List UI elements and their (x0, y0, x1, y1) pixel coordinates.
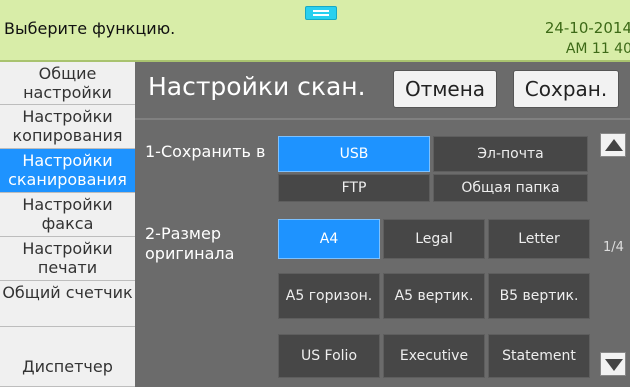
page-indicator: 1/4 (603, 240, 624, 255)
sidebar-item-scan[interactable]: Настройки сканирования (0, 149, 135, 193)
save-to-ftp-option[interactable]: FTP (278, 174, 430, 202)
size-b5-portrait-option[interactable]: B5 вертик. (488, 273, 590, 319)
size-a5-portrait-option[interactable]: A5 вертик. (383, 273, 485, 319)
sidebar-item-manager[interactable]: Диспетчер (0, 327, 135, 387)
time-display: AM 11 40 (565, 41, 630, 57)
size-a5-landscape-option[interactable]: A5 горизон. (278, 273, 380, 319)
prompt-text: Выберите функцию. (4, 19, 176, 38)
save-button[interactable]: Сохран. (513, 70, 619, 108)
screen: Выберите функцию. 24-10-2014 AM 11 40 Об… (0, 0, 630, 387)
size-letter-option[interactable]: Letter (488, 219, 590, 259)
size-a4-option[interactable]: A4 (278, 219, 380, 259)
sidebar-item-general[interactable]: Общие настройки (0, 62, 135, 105)
drag-handle-icon[interactable] (305, 6, 337, 20)
sidebar-item-print[interactable]: Настройки печати (0, 237, 135, 281)
scroll-down-icon (605, 359, 623, 371)
scroll-down-button[interactable] (600, 352, 626, 376)
sidebar-item-fax[interactable]: Настройки факса (0, 193, 135, 237)
size-executive-option[interactable]: Executive (383, 334, 485, 378)
save-to-email-option[interactable]: Эл-почта (433, 136, 588, 172)
save-to-usb-option[interactable]: USB (278, 136, 430, 172)
main-panel: Настройки скан. Отмена Сохран. 1-Сохрани… (135, 62, 630, 387)
save-to-label: 1-Сохранить в (145, 142, 266, 161)
scroll-up-button[interactable] (600, 133, 626, 157)
date-display: 24-10-2014 (544, 19, 630, 37)
size-legal-option[interactable]: Legal (383, 219, 485, 259)
sidebar: Общие настройки Настройки копирования На… (0, 62, 135, 387)
scroll-up-icon (605, 139, 623, 151)
sidebar-item-copy[interactable]: Настройки копирования (0, 105, 135, 149)
cancel-button[interactable]: Отмена (393, 70, 497, 108)
top-bar: Выберите функцию. 24-10-2014 AM 11 40 (0, 0, 630, 62)
page-title: Настройки скан. (148, 72, 366, 101)
size-statement-option[interactable]: Statement (488, 334, 590, 378)
save-to-shared-folder-option[interactable]: Общая папка (433, 174, 588, 202)
original-size-label: 2-Размер оригинала (145, 224, 235, 263)
size-us-folio-option[interactable]: US Folio (278, 334, 380, 378)
sidebar-item-counter[interactable]: Общий счетчик (0, 281, 135, 327)
divider (135, 118, 630, 120)
